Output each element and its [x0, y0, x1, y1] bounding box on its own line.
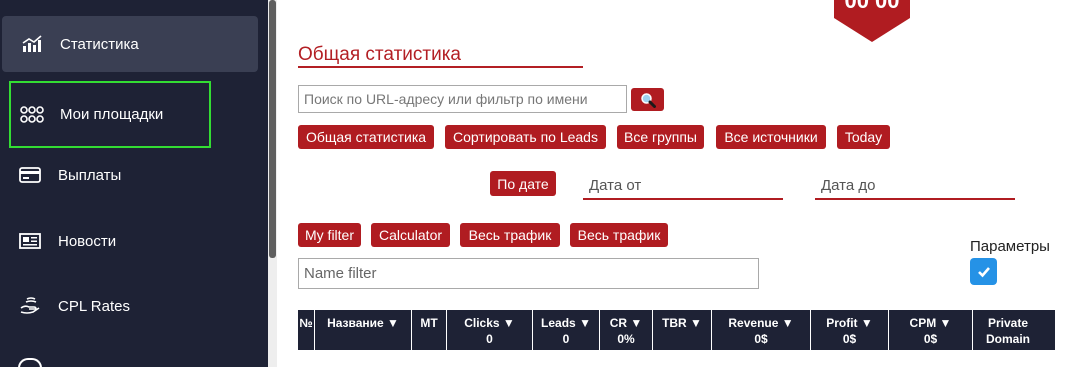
column-number[interactable]: № — [298, 310, 315, 350]
checkmark-icon — [977, 266, 990, 277]
stats-table-header: № Название ▼ MT Clicks ▼ 0 Leads ▼ 0 CR ▼ 0… — [298, 310, 1055, 350]
params-checkbox[interactable] — [970, 258, 997, 285]
sites-grid-icon — [19, 105, 45, 125]
sidebar-item-payouts[interactable]: Выплаты — [0, 147, 268, 203]
sidebar-item-my-sites[interactable]: Мои площадки — [9, 81, 211, 148]
column-private-domain[interactable]: Private Domain — [973, 310, 1043, 350]
sidebar-item-news[interactable]: Новости — [0, 213, 268, 269]
all-sources-button[interactable]: Все источники — [716, 125, 826, 149]
sidebar-item-statistics[interactable]: Статистика — [2, 16, 258, 72]
params-label: Параметры — [970, 238, 1050, 255]
column-profit[interactable]: Profit ▼ 0$ — [811, 310, 889, 350]
sort-by-leads-button[interactable]: Сортировать по Leads — [445, 125, 606, 149]
search-button[interactable] — [631, 88, 664, 111]
general-stats-button[interactable]: Общая статистика — [298, 125, 434, 149]
by-date-button[interactable]: По дате — [490, 171, 556, 196]
name-filter-input[interactable]: Name filter — [298, 258, 759, 289]
ribbon-text: 00 00 — [844, 0, 899, 13]
search-icon — [640, 92, 656, 108]
my-filter-button[interactable]: My filter — [298, 223, 361, 247]
date-to-field[interactable]: Дата до — [815, 172, 1015, 200]
sidebar-item-label: Новости — [58, 232, 117, 250]
hand-coins-icon — [17, 296, 43, 316]
all-traffic-button[interactable]: Весь трафик — [460, 223, 560, 247]
calculator-button[interactable]: Calculator — [371, 223, 450, 247]
column-tbr[interactable]: TBR ▼ — [653, 310, 712, 350]
sidebar: Статистика Мои площадки Выплаты Новости … — [0, 0, 268, 367]
column-cr[interactable]: CR ▼ 0% — [600, 310, 653, 350]
column-revenue[interactable]: Revenue ▼ 0$ — [712, 310, 811, 350]
sidebar-item-partial[interactable] — [18, 358, 42, 367]
countdown-ribbon: 00 00 — [834, 0, 910, 42]
sidebar-item-label: Мои площадки — [60, 106, 164, 123]
column-leads[interactable]: Leads ▼ 0 — [533, 310, 600, 350]
title-underline — [298, 66, 583, 68]
credit-card-icon — [17, 165, 43, 185]
column-clicks[interactable]: Clicks ▼ 0 — [447, 310, 533, 350]
newspaper-icon — [17, 231, 43, 251]
date-from-field[interactable]: Дата от — [583, 172, 783, 200]
page-title: Общая статистика — [298, 44, 461, 65]
all-traffic-button-2[interactable]: Весь трафик — [570, 223, 668, 247]
sidebar-scrollbar-thumb[interactable] — [269, 0, 276, 258]
sidebar-item-cpl-rates[interactable]: CPL Rates — [0, 278, 268, 334]
search-input[interactable] — [298, 85, 627, 113]
chart-growth-icon — [19, 34, 45, 54]
sidebar-item-label: Статистика — [60, 35, 139, 53]
column-mt[interactable]: MT — [412, 310, 447, 350]
column-name[interactable]: Название ▼ — [315, 310, 412, 350]
sidebar-item-label: Выплаты — [58, 166, 122, 184]
all-groups-button[interactable]: Все группы — [617, 125, 704, 149]
today-button[interactable]: Today — [837, 125, 890, 149]
column-cpm[interactable]: CPM ▼ 0$ — [889, 310, 973, 350]
sidebar-item-label: CPL Rates — [58, 297, 130, 315]
